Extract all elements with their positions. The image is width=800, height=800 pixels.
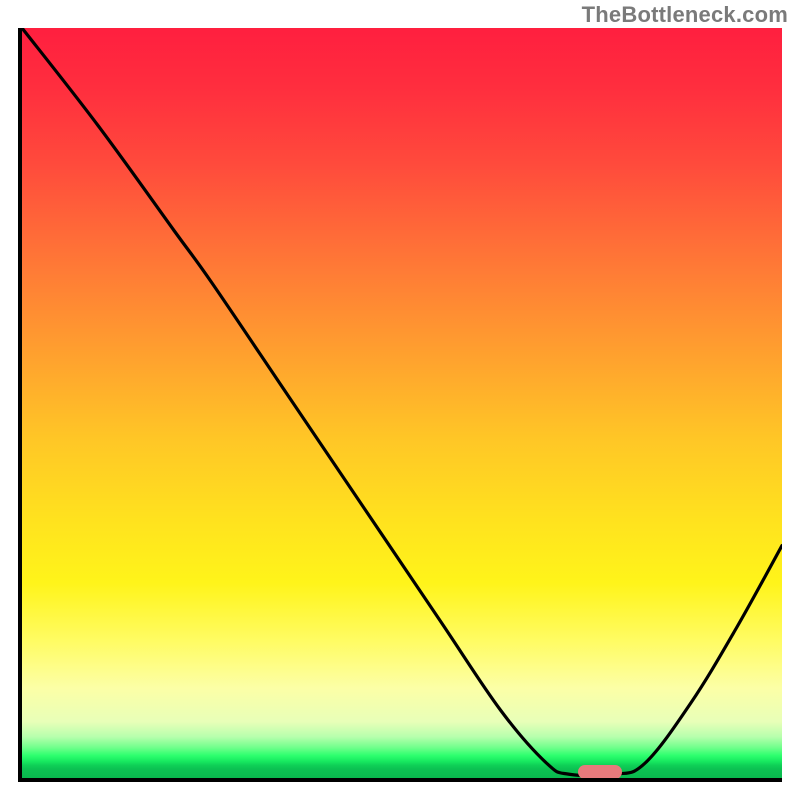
watermark-text: TheBottleneck.com: [582, 2, 788, 28]
chart-plot-area: [18, 28, 782, 782]
bottleneck-curve: [22, 28, 782, 778]
optimal-point-marker: [578, 765, 622, 779]
